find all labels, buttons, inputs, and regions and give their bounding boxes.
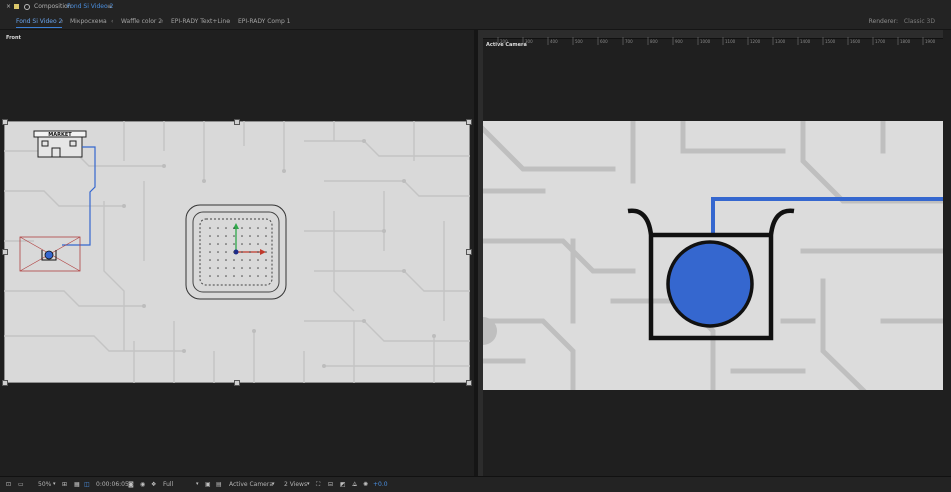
renderer-setting[interactable]: Renderer: Classic 3D — [869, 14, 935, 29]
grid-overlay-icon[interactable]: ▤ — [216, 477, 222, 492]
view-layout-select[interactable]: 2 Views — [284, 477, 307, 492]
chevron-down-icon[interactable]: ▾ — [53, 477, 56, 492]
ruler-tick-label: 1300 — [775, 39, 786, 44]
chevron-left-icon: ‹ — [161, 18, 164, 25]
fast-previews-icon[interactable]: ▣ — [205, 477, 211, 492]
chevron-left-icon: ‹ — [228, 18, 231, 25]
market-sign-text: MARKET — [48, 132, 72, 138]
active-camera-viewport[interactable]: Active Camera — [478, 30, 951, 476]
ruler-tick-label: 1000 — [700, 39, 711, 44]
tab-waffle-color-2[interactable]: Waffle color 2 — [121, 14, 162, 29]
ruler-tick-label: 1600 — [850, 39, 861, 44]
comp-flowchart-icon[interactable]: ⊟ — [328, 477, 333, 492]
front-view-viewport[interactable]: Front MARKET — [0, 30, 474, 476]
ruler-tick-label: 1100 — [725, 39, 736, 44]
renderer-label: Renderer: — [868, 18, 898, 25]
ruler-tick-label: 400 — [550, 39, 558, 44]
vertical-ruler[interactable] — [478, 38, 483, 476]
composition-tab-bar: Fond Si Video 2 ‹ Мікросхема ‹ Waffle co… — [0, 14, 951, 30]
ruler-tick-label: 200 — [500, 39, 508, 44]
ruler-tick-label: 700 — [625, 39, 633, 44]
frame-handle[interactable] — [2, 249, 8, 255]
lock-icon[interactable] — [24, 4, 30, 10]
frame-handle[interactable] — [234, 119, 240, 125]
panel-options-icon[interactable]: ≡ — [107, 0, 112, 14]
region-of-interest-icon[interactable]: ▭ — [18, 477, 24, 492]
rotoscope-icon[interactable]: ◫ — [84, 477, 90, 492]
chevron-down-icon[interactable]: ▾ — [272, 477, 275, 492]
camera-snapshot-icon[interactable]: ◙ — [128, 477, 134, 492]
draft-3d-icon[interactable]: ◩ — [340, 477, 346, 492]
color-channel-icon[interactable]: ❖ — [151, 477, 156, 492]
frame-handle[interactable] — [466, 119, 472, 125]
ruler-tick-label: 1400 — [800, 39, 811, 44]
show-snapshot-icon[interactable]: ◉ — [140, 477, 145, 492]
chevron-left-icon: ‹ — [111, 18, 114, 25]
viewer-control-bar: ⊡ ▭ 50% ▾ ⊞ ▦ ◫ 0:00:06:05 ◙ ◉ ❖ Full ▾ … — [0, 476, 951, 492]
frame-handle[interactable] — [2, 380, 8, 386]
always-preview-icon[interactable]: ⊡ — [6, 477, 11, 492]
frame-handle[interactable] — [2, 119, 8, 125]
motion-blur-icon[interactable]: ✺ — [363, 477, 368, 492]
zoom-select[interactable]: 50% — [38, 477, 51, 492]
frame-handle[interactable] — [466, 380, 472, 386]
ruler-tick-label: 800 — [650, 39, 658, 44]
chevron-left-icon: ‹ — [61, 18, 64, 25]
chevron-down-icon[interactable]: ▾ — [196, 477, 199, 492]
chevron-down-icon[interactable]: ▾ — [307, 477, 310, 492]
horizontal-ruler[interactable]: 200 300 400 500 600 700 800 900 1000 1100 1200 1300… — [478, 30, 951, 45]
ruler-tick-label: 900 — [675, 39, 683, 44]
frame-handle[interactable] — [234, 380, 240, 386]
camera-view-select[interactable]: Active Camera — [229, 477, 273, 492]
resolution-select[interactable]: Full — [163, 477, 173, 492]
close-panel-icon[interactable]: × — [6, 0, 11, 14]
toggle-3d-view-icon[interactable]: ⛶ — [316, 477, 320, 492]
ruler-tick-label: 1900 — [925, 39, 936, 44]
ruler-tick-label: 300 — [525, 39, 533, 44]
panel-title-bar: × Composition Fond Si Video 2 ≡ — [0, 0, 951, 14]
toggle-mask-icon[interactable]: ⊞ — [62, 477, 67, 492]
ruler-tick-label: 1200 — [750, 39, 761, 44]
panel-menu-icon[interactable] — [14, 4, 19, 9]
composition-frame-front[interactable]: MARKET — [4, 121, 470, 383]
flowchart-icon[interactable]: ⟁ — [352, 477, 357, 492]
renderer-value[interactable]: Classic 3D — [904, 18, 935, 25]
ruler-tick-label: 1700 — [875, 39, 886, 44]
ruler-tick-label: 1500 — [825, 39, 836, 44]
ruler-tick-label: 1800 — [900, 39, 911, 44]
exposure-value[interactable]: +0.0 — [373, 477, 388, 492]
transparency-grid-icon[interactable]: ▦ — [74, 477, 80, 492]
view-label-front: Front — [6, 35, 21, 41]
panel-label: Composition — [34, 3, 72, 10]
ruler-tick-label: 600 — [600, 39, 608, 44]
tab-fond-si-video-2[interactable]: Fond Si Video 2 — [16, 14, 63, 29]
tab-epi-rady-comp-1[interactable]: EPI-RADY Comp 1 — [238, 14, 290, 29]
tab-epi-rady-text-line[interactable]: EPI-RADY Text+Line — [171, 14, 230, 29]
tab-mikroskhema[interactable]: Мікросхема — [70, 14, 107, 29]
ruler-tick-label: 500 — [575, 39, 583, 44]
current-time[interactable]: 0:00:06:05 — [96, 477, 129, 492]
composition-frame-camera — [483, 121, 943, 390]
frame-handle[interactable] — [466, 249, 472, 255]
